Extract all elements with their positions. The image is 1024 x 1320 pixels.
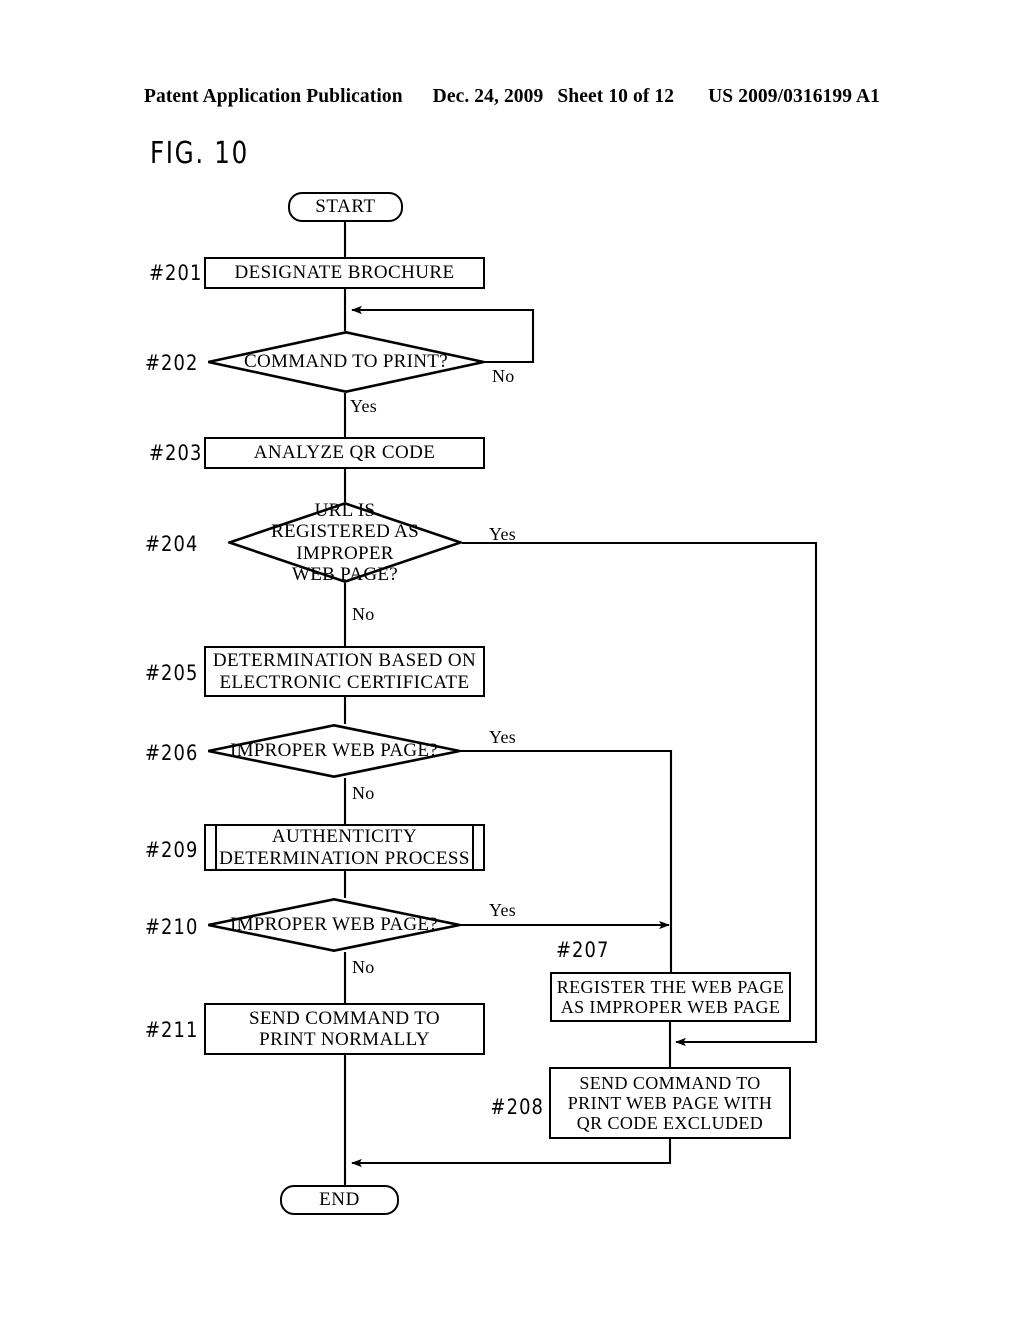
node-203-analyze-qr-code: ANALYZE QR CODE [204, 437, 485, 469]
node-end: END [280, 1185, 399, 1215]
predefined-bar-right [471, 826, 474, 869]
node-201-designate-brochure: DESIGNATE BROCHURE [204, 257, 485, 289]
branch-label-210-yes: Yes [489, 900, 517, 920]
node-211-send-command-print-normally: SEND COMMAND TO PRINT NORMALLY [204, 1003, 485, 1055]
step-number-203: #203 [149, 441, 203, 465]
node-208-send-command-print-qr-excluded: SEND COMMAND TO PRINT WEB PAGE WITH QR C… [549, 1067, 791, 1139]
node-210-improper-web-page: IMPROPER WEB PAGE? [207, 898, 461, 952]
node-202-command-to-print: COMMAND TO PRINT? [207, 331, 485, 393]
diamond-shape [208, 724, 460, 778]
node-206-improper-web-page: IMPROPER WEB PAGE? [207, 724, 461, 778]
step-number-205: #205 [145, 661, 199, 685]
branch-label-204-yes: Yes [489, 524, 517, 544]
predefined-bar-left [215, 826, 218, 869]
node-209-authenticity-determination-process: AUTHENTICITY DETERMINATION PROCESS [204, 824, 485, 871]
header-publication: Patent Application Publication [143, 86, 403, 107]
step-number-210: #210 [145, 915, 199, 939]
edge-204-yes [462, 541, 818, 1047]
diamond-shape [208, 898, 460, 952]
header-date: Dec. 24, 2009 [432, 86, 544, 107]
step-number-201: #201 [149, 261, 203, 285]
node-start-label: START [315, 196, 376, 218]
node-start: START [288, 192, 403, 222]
node-204-url-registered-improper: URL IS REGISTERED AS IMPROPER WEB PAGE? [228, 500, 462, 585]
patent-figure-page: Patent Application Publication Dec. 24, … [0, 0, 1024, 1320]
node-207-register-web-page-as-improper: REGISTER THE WEB PAGE AS IMPROPER WEB PA… [550, 972, 791, 1022]
node-203-label: ANALYZE QR CODE [253, 442, 436, 464]
branch-label-202-yes: Yes [350, 396, 378, 416]
step-number-211: #211 [145, 1018, 199, 1042]
diamond-shape [228, 502, 462, 583]
branch-label-210-no: No [352, 957, 375, 977]
branch-label-204-no: No [352, 604, 375, 624]
step-number-206: #206 [145, 741, 199, 765]
node-205-label: DETERMINATION BASED ON ELECTRONIC CERTIF… [212, 650, 477, 693]
publication-header: Patent Application Publication Dec. 24, … [0, 86, 1024, 112]
step-number-209: #209 [145, 838, 199, 862]
header-patent-number: US 2009/0316199 A1 [708, 86, 881, 107]
branch-label-206-no: No [352, 783, 375, 803]
header-sheet: Sheet 10 of 12 [557, 86, 675, 107]
edge-208-end [351, 1139, 672, 1168]
node-201-label: DESIGNATE BROCHURE [234, 262, 455, 284]
step-number-208: #208 [490, 1095, 544, 1119]
diamond-shape [208, 331, 484, 393]
node-211-label: SEND COMMAND TO PRINT NORMALLY [248, 1007, 441, 1050]
step-number-204: #204 [145, 532, 199, 556]
node-205-determination-electronic-certificate: DETERMINATION BASED ON ELECTRONIC CERTIF… [204, 646, 485, 697]
branch-label-206-yes: Yes [489, 727, 517, 747]
branch-label-202-no: No [492, 366, 515, 386]
node-207-label: REGISTER THE WEB PAGE AS IMPROPER WEB PA… [556, 976, 785, 1017]
node-209-label: AUTHENTICITY DETERMINATION PROCESS [219, 826, 470, 869]
node-208-label: SEND COMMAND TO PRINT WEB PAGE WITH QR C… [567, 1072, 773, 1134]
step-number-202: #202 [145, 351, 199, 375]
node-end-label: END [319, 1189, 360, 1211]
flowchart-connectors [343, 221, 818, 1185]
figure-label: FIG. 10 [150, 136, 249, 171]
step-number-207: #207 [556, 938, 610, 962]
